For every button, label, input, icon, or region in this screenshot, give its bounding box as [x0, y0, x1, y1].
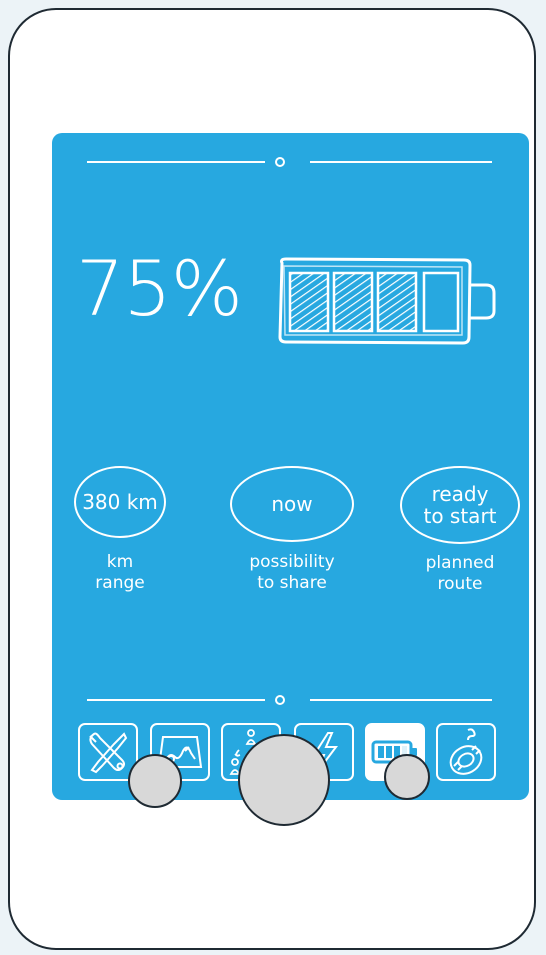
- share-value: now: [271, 492, 313, 516]
- route-value-line1: ready: [431, 482, 489, 506]
- right-hardware-button[interactable]: [384, 754, 430, 800]
- range-value-bubble[interactable]: 380 km: [74, 466, 166, 538]
- route-value-line2: to start: [423, 504, 497, 528]
- display-screen: 75% 380 km km range now possibility to s…: [52, 133, 529, 800]
- battery-percent: 75%: [76, 244, 243, 333]
- top-divider-left: [87, 161, 265, 163]
- bottom-divider-dot: [275, 695, 285, 705]
- range-label: km range: [57, 552, 183, 595]
- battery-level-icon: [278, 257, 496, 345]
- tools-icon: [89, 732, 128, 774]
- stat-share: now possibility to share: [229, 466, 355, 595]
- share-label: possibility to share: [229, 552, 355, 595]
- range-label-line2: range: [95, 573, 145, 594]
- tire-button[interactable]: [436, 723, 496, 781]
- top-divider-right: [310, 161, 492, 163]
- top-divider-dot: [275, 157, 285, 167]
- route-label: planned route: [397, 553, 523, 596]
- range-value: 380 km: [82, 490, 158, 514]
- device-frame: 75% 380 km km range now possibility to s…: [8, 8, 536, 950]
- bottom-divider-left: [87, 699, 265, 701]
- stat-range: 380 km km range: [57, 466, 183, 595]
- home-hardware-button[interactable]: [238, 734, 330, 826]
- share-label-line2: to share: [257, 573, 327, 594]
- bottom-divider-right: [310, 699, 492, 701]
- stat-route: ready to start planned route: [397, 466, 523, 596]
- route-label-line1: planned: [425, 553, 495, 573]
- share-label-line1: possibility: [249, 552, 335, 572]
- range-label-line1: km: [106, 552, 134, 572]
- left-hardware-button[interactable]: [128, 754, 182, 808]
- route-label-line2: route: [437, 574, 483, 595]
- route-value-bubble[interactable]: ready to start: [400, 466, 520, 544]
- tire-icon: [449, 728, 483, 775]
- share-value-bubble[interactable]: now: [230, 466, 354, 542]
